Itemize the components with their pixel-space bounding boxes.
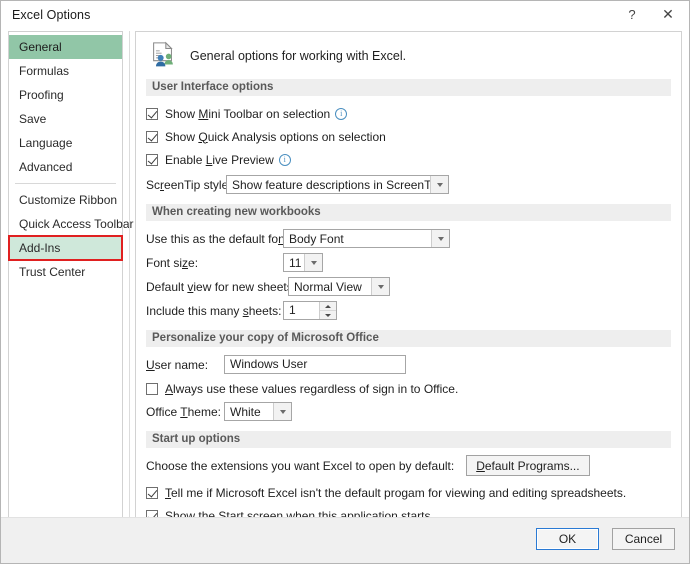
options-content-panel: General options for working with Excel. …	[135, 31, 682, 538]
sidebar-divider	[15, 183, 116, 184]
tell-me-checkbox-wrap[interactable]: Tell me if Microsoft Excel isn't the def…	[146, 486, 626, 500]
row-font-size: Font size: 11	[146, 252, 681, 273]
sheet-count-spin-buttons[interactable]	[319, 302, 336, 319]
tell-me-label: Tell me if Microsoft Excel isn't the def…	[165, 485, 627, 500]
row-quick-analysis: Show Quick Analysis options on selection	[146, 126, 681, 147]
sidebar-item-language[interactable]: Language	[9, 131, 122, 155]
title-bar: Excel Options ? ✕	[1, 1, 689, 29]
chevron-down-icon[interactable]	[273, 403, 291, 420]
dialog-body: General Formulas Proofing Save Language …	[1, 29, 689, 538]
dialog-title: Excel Options	[12, 8, 91, 22]
section-body-personalize: User name: Windows User Always use these…	[136, 347, 681, 431]
office-theme-value: White	[230, 404, 261, 419]
always-use-label: Always use these values regardless of si…	[165, 381, 459, 396]
help-icon[interactable]: ?	[615, 1, 649, 27]
always-use-checkbox-wrap[interactable]: Always use these values regardless of si…	[146, 382, 458, 396]
mini-toolbar-info-icon[interactable]: i	[335, 107, 348, 120]
sidebar-content-divider	[129, 31, 130, 538]
section-body-user-interface: Show Mini Toolbar on selection i Show Qu…	[136, 96, 681, 204]
row-default-font: Use this as the default font: Body Font	[146, 228, 681, 249]
live-preview-checkbox[interactable]	[146, 153, 158, 166]
dialog-footer: OK Cancel	[1, 517, 689, 563]
chevron-down-icon[interactable]	[430, 176, 448, 193]
screentip-style-label: ScreenTip style:	[146, 177, 232, 192]
sheet-count-stepper[interactable]: 1	[283, 301, 337, 320]
live-preview-checkbox-wrap[interactable]: Enable Live Preview	[146, 153, 274, 167]
sidebar-item-formulas[interactable]: Formulas	[9, 59, 122, 83]
row-tell-me-default: Tell me if Microsoft Excel isn't the def…	[146, 482, 681, 503]
user-name-input[interactable]: Windows User	[224, 355, 406, 374]
chevron-down-icon[interactable]	[371, 278, 389, 295]
section-header-personalize: Personalize your copy of Microsoft Offic…	[146, 330, 671, 347]
font-size-value: 11	[289, 255, 302, 270]
section-header-new-workbooks: When creating new workbooks	[146, 204, 671, 221]
sidebar-item-add-ins[interactable]: Add-Ins	[8, 235, 123, 261]
default-view-combobox[interactable]: Normal View	[288, 277, 390, 296]
sidebar-item-customize-ribbon[interactable]: Customize Ribbon	[9, 188, 122, 212]
sheet-count-value: 1	[289, 303, 296, 317]
font-size-label: Font size:	[146, 255, 199, 270]
row-default-view: Default view for new sheets: Normal View	[146, 276, 681, 297]
row-screentip-style: ScreenTip style: Show feature descriptio…	[146, 174, 681, 195]
sidebar-item-save[interactable]: Save	[9, 107, 122, 131]
default-programs-button[interactable]: Default Programs...	[466, 455, 590, 476]
general-options-icon	[153, 41, 173, 67]
spinner-down-icon[interactable]	[320, 311, 336, 319]
sidebar-item-trust-center[interactable]: Trust Center	[9, 260, 122, 284]
always-use-checkbox[interactable]	[146, 382, 158, 395]
default-font-combobox[interactable]: Body Font	[283, 229, 450, 248]
tell-me-checkbox[interactable]	[146, 486, 158, 499]
live-preview-info-icon[interactable]: i	[278, 153, 291, 166]
excel-options-dialog: Excel Options ? ✕ General Formulas Proof…	[0, 0, 690, 564]
close-icon[interactable]: ✕	[651, 1, 685, 27]
quick-analysis-checkbox[interactable]	[146, 130, 158, 143]
row-user-name: User name: Windows User	[146, 354, 681, 375]
mini-toolbar-label: Show Mini Toolbar on selection	[165, 106, 331, 121]
sidebar-item-proofing[interactable]: Proofing	[9, 83, 122, 107]
quick-analysis-checkbox-wrap[interactable]: Show Quick Analysis options on selection	[146, 130, 386, 144]
row-sheet-count: Include this many sheets: 1	[146, 300, 681, 321]
sheet-count-label: Include this many sheets:	[146, 303, 282, 318]
default-view-value: Normal View	[294, 279, 362, 294]
mini-toolbar-checkbox-wrap[interactable]: Show Mini Toolbar on selection	[146, 107, 330, 121]
default-view-label: Default view for new sheets:	[146, 279, 297, 294]
office-theme-label: Office Theme:	[146, 404, 221, 419]
row-always-use-values: Always use these values regardless of si…	[146, 378, 681, 399]
default-font-value: Body Font	[289, 231, 344, 246]
sidebar-item-advanced[interactable]: Advanced	[9, 155, 122, 179]
row-office-theme: Office Theme: White	[146, 401, 681, 422]
row-mini-toolbar: Show Mini Toolbar on selection i	[146, 103, 681, 124]
section-header-user-interface: User Interface options	[146, 79, 671, 96]
sidebar-item-quick-access-toolbar[interactable]: Quick Access Toolbar	[9, 212, 134, 236]
live-preview-label: Enable Live Preview	[165, 152, 274, 167]
content-header-caption: General options for working with Excel.	[190, 49, 407, 63]
row-live-preview: Enable Live Preview i	[146, 149, 681, 170]
quick-analysis-label: Show Quick Analysis options on selection	[165, 129, 386, 144]
sidebar-item-general[interactable]: General	[9, 35, 122, 59]
chevron-down-icon[interactable]	[304, 254, 322, 271]
chevron-down-icon[interactable]	[431, 230, 449, 247]
section-body-new-workbooks: Use this as the default font: Body Font …	[136, 221, 681, 330]
mini-toolbar-checkbox[interactable]	[146, 107, 158, 120]
content-header: General options for working with Excel.	[136, 32, 681, 79]
font-size-combobox[interactable]: 11	[283, 253, 323, 272]
section-header-startup: Start up options	[146, 431, 671, 448]
office-theme-combobox[interactable]: White	[224, 402, 292, 421]
cancel-button[interactable]: Cancel	[612, 528, 675, 550]
screentip-style-combobox[interactable]: Show feature descriptions in ScreenTips	[226, 175, 449, 194]
extensions-label: Choose the extensions you want Excel to …	[146, 458, 455, 473]
row-default-programs: Choose the extensions you want Excel to …	[146, 455, 681, 476]
user-name-label: User name:	[146, 357, 209, 372]
default-font-label: Use this as the default font:	[146, 231, 291, 246]
ok-button[interactable]: OK	[536, 528, 599, 550]
spinner-up-icon[interactable]	[320, 302, 336, 311]
screentip-style-value: Show feature descriptions in ScreenTips	[232, 177, 430, 192]
options-sidebar: General Formulas Proofing Save Language …	[8, 31, 134, 538]
